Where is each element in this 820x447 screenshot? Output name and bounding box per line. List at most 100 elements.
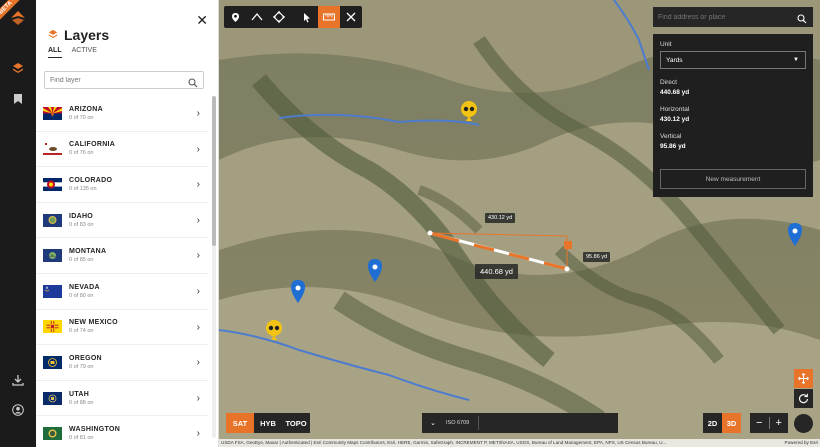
polygon-tool-icon[interactable] — [268, 6, 290, 28]
measurement-panel: Unit Yards ▼ Direct 440.68 yd Horizontal… — [653, 34, 813, 197]
layer-tabs: ALL ACTIVE — [48, 47, 97, 58]
view-mode-toggle: 2D 3D — [703, 413, 741, 433]
list-item[interactable]: OREGON 0 of 79 on › — [36, 345, 208, 381]
clear-drawing-icon[interactable] — [340, 6, 362, 28]
layer-status: 0 of 80 on — [69, 292, 94, 299]
basemap-topo-button[interactable]: TOPO — [282, 413, 310, 433]
arizona-flag-icon — [43, 104, 62, 122]
layer-name: CALIFORNIA — [69, 141, 116, 149]
layers-panel: ✕ Layers ALL ACTIVE ARIZONA0 of 70 on › … — [36, 0, 219, 447]
layer-status: 0 of 70 on — [69, 114, 94, 121]
layer-name: UTAH — [69, 390, 90, 398]
layer-name: ARIZONA — [69, 105, 103, 113]
measure-ruler-icon[interactable] — [318, 6, 340, 28]
layers-icon[interactable] — [10, 60, 26, 76]
direct-value: 440.68 yd — [660, 89, 690, 96]
layer-name: NEVADA — [69, 283, 100, 291]
close-icon[interactable]: ✕ — [196, 12, 208, 29]
caret-down-icon: ▼ — [793, 57, 799, 63]
attribution-text: USDA FSA, GeoEye, Maxar | Authenticated … — [221, 440, 667, 445]
pin-tool-icon[interactable] — [224, 6, 246, 28]
layer-name: OREGON — [69, 354, 102, 362]
view-3d-button[interactable]: 3D — [722, 413, 741, 433]
panel-title: Layers — [64, 27, 110, 43]
logo-icon[interactable] — [8, 8, 28, 28]
zoom-out-icon[interactable]: − — [750, 413, 769, 433]
vertical-label: Vertical — [660, 133, 682, 140]
new-measurement-button[interactable]: New measurement — [660, 169, 806, 189]
new-mexico-flag-icon — [43, 318, 62, 336]
chevron-right-icon: › — [196, 321, 200, 333]
map-attribution: USDA FSA, GeoEye, Maxar | Authenticated … — [219, 439, 820, 447]
account-icon[interactable] — [10, 402, 26, 418]
layer-list-scrollbar[interactable] — [212, 96, 216, 438]
list-item[interactable]: NEVADA 0 of 80 on › — [36, 274, 208, 310]
line-tool-icon[interactable] — [246, 6, 268, 28]
chevron-right-icon: › — [196, 285, 200, 297]
bookmark-icon[interactable] — [10, 91, 26, 107]
oregon-flag-icon — [43, 353, 62, 371]
list-item[interactable]: COLORADO 0 of 135 on › — [36, 167, 208, 203]
tab-active[interactable]: ACTIVE — [72, 47, 97, 58]
unit-label: Unit — [660, 41, 672, 48]
layer-search-input[interactable] — [50, 76, 185, 84]
list-item[interactable]: CALIFORNIA 0 of 76 on › — [36, 132, 208, 168]
direct-distance-label: 440.68 yd — [475, 264, 518, 279]
list-item[interactable]: IDAHO 0 of 83 on › — [36, 203, 208, 239]
chevron-right-icon: › — [196, 392, 200, 404]
chevron-right-icon: › — [196, 108, 200, 119]
view-2d-button[interactable]: 2D — [703, 413, 722, 433]
select-pointer-icon[interactable] — [296, 6, 318, 28]
layer-name: MONTANA — [69, 248, 107, 256]
chevron-right-icon: › — [196, 143, 200, 155]
divider — [478, 416, 479, 430]
direct-label: Direct — [660, 79, 677, 86]
unit-select[interactable]: Yards ▼ — [660, 51, 806, 69]
place-search-input[interactable] — [658, 13, 793, 21]
basemap-sat-button[interactable]: SAT — [226, 413, 254, 433]
layer-status: 0 of 83 on — [69, 221, 94, 228]
washington-flag-icon — [43, 425, 62, 443]
scrollbar-thumb[interactable] — [212, 96, 216, 246]
layer-name: IDAHO — [69, 212, 94, 220]
chevron-down-icon[interactable]: ⌄ — [422, 419, 444, 427]
unit-select-value: Yards — [666, 56, 683, 64]
coordinate-bar: ⌄ ISO 6709 — [422, 413, 618, 433]
list-item[interactable]: NEW MEXICO 0 of 74 on › — [36, 310, 208, 346]
list-item[interactable]: WASHINGTON 0 of 81 on › — [36, 416, 208, 447]
layer-status: 0 of 88 on — [69, 399, 94, 406]
layer-status: 0 of 135 on — [69, 185, 97, 192]
layer-status: 0 of 79 on — [69, 363, 94, 370]
zoom-in-icon[interactable]: + — [769, 413, 788, 433]
horizontal-distance-label: 430.12 yd — [485, 213, 516, 223]
pan-move-icon[interactable] — [794, 369, 813, 388]
layer-name: NEW MEXICO — [69, 319, 118, 327]
layer-status: 0 of 74 on — [69, 328, 94, 335]
download-icon[interactable] — [10, 372, 26, 388]
chevron-right-icon: › — [196, 214, 200, 226]
coordinate-format[interactable]: ISO 6709 — [444, 420, 469, 426]
compass-icon[interactable] — [794, 414, 813, 433]
state-layer-list: ARIZONA 0 of 70 on › CALIFORNIA 0 of 76 on… — [36, 96, 208, 447]
layer-status: 0 of 81 on — [69, 435, 94, 442]
panel-header: Layers — [48, 26, 109, 44]
place-search — [653, 7, 813, 27]
powered-by-esri[interactable]: Powered by Esri — [785, 439, 818, 447]
basemap-toggle: SAT HYB TOPO — [226, 413, 310, 433]
california-flag-icon — [43, 140, 62, 158]
basemap-hyb-button[interactable]: HYB — [254, 413, 282, 433]
tab-all[interactable]: ALL — [48, 47, 62, 58]
layer-status: 0 of 76 on — [69, 150, 94, 157]
list-item[interactable]: MONTANA 0 of 85 on › — [36, 238, 208, 274]
list-item[interactable]: ARIZONA 0 of 70 on › — [36, 96, 208, 132]
search-icon[interactable] — [797, 11, 807, 29]
rotate-icon[interactable] — [794, 389, 813, 408]
layer-status: 0 of 85 on — [69, 257, 94, 264]
list-item[interactable]: UTAH 0 of 88 on › — [36, 381, 208, 417]
chevron-right-icon: › — [196, 250, 200, 262]
nevada-flag-icon — [43, 282, 62, 300]
layer-search — [44, 71, 204, 89]
chevron-right-icon: › — [196, 179, 200, 191]
search-icon[interactable] — [188, 75, 198, 93]
horizontal-label: Horizontal — [660, 106, 690, 113]
